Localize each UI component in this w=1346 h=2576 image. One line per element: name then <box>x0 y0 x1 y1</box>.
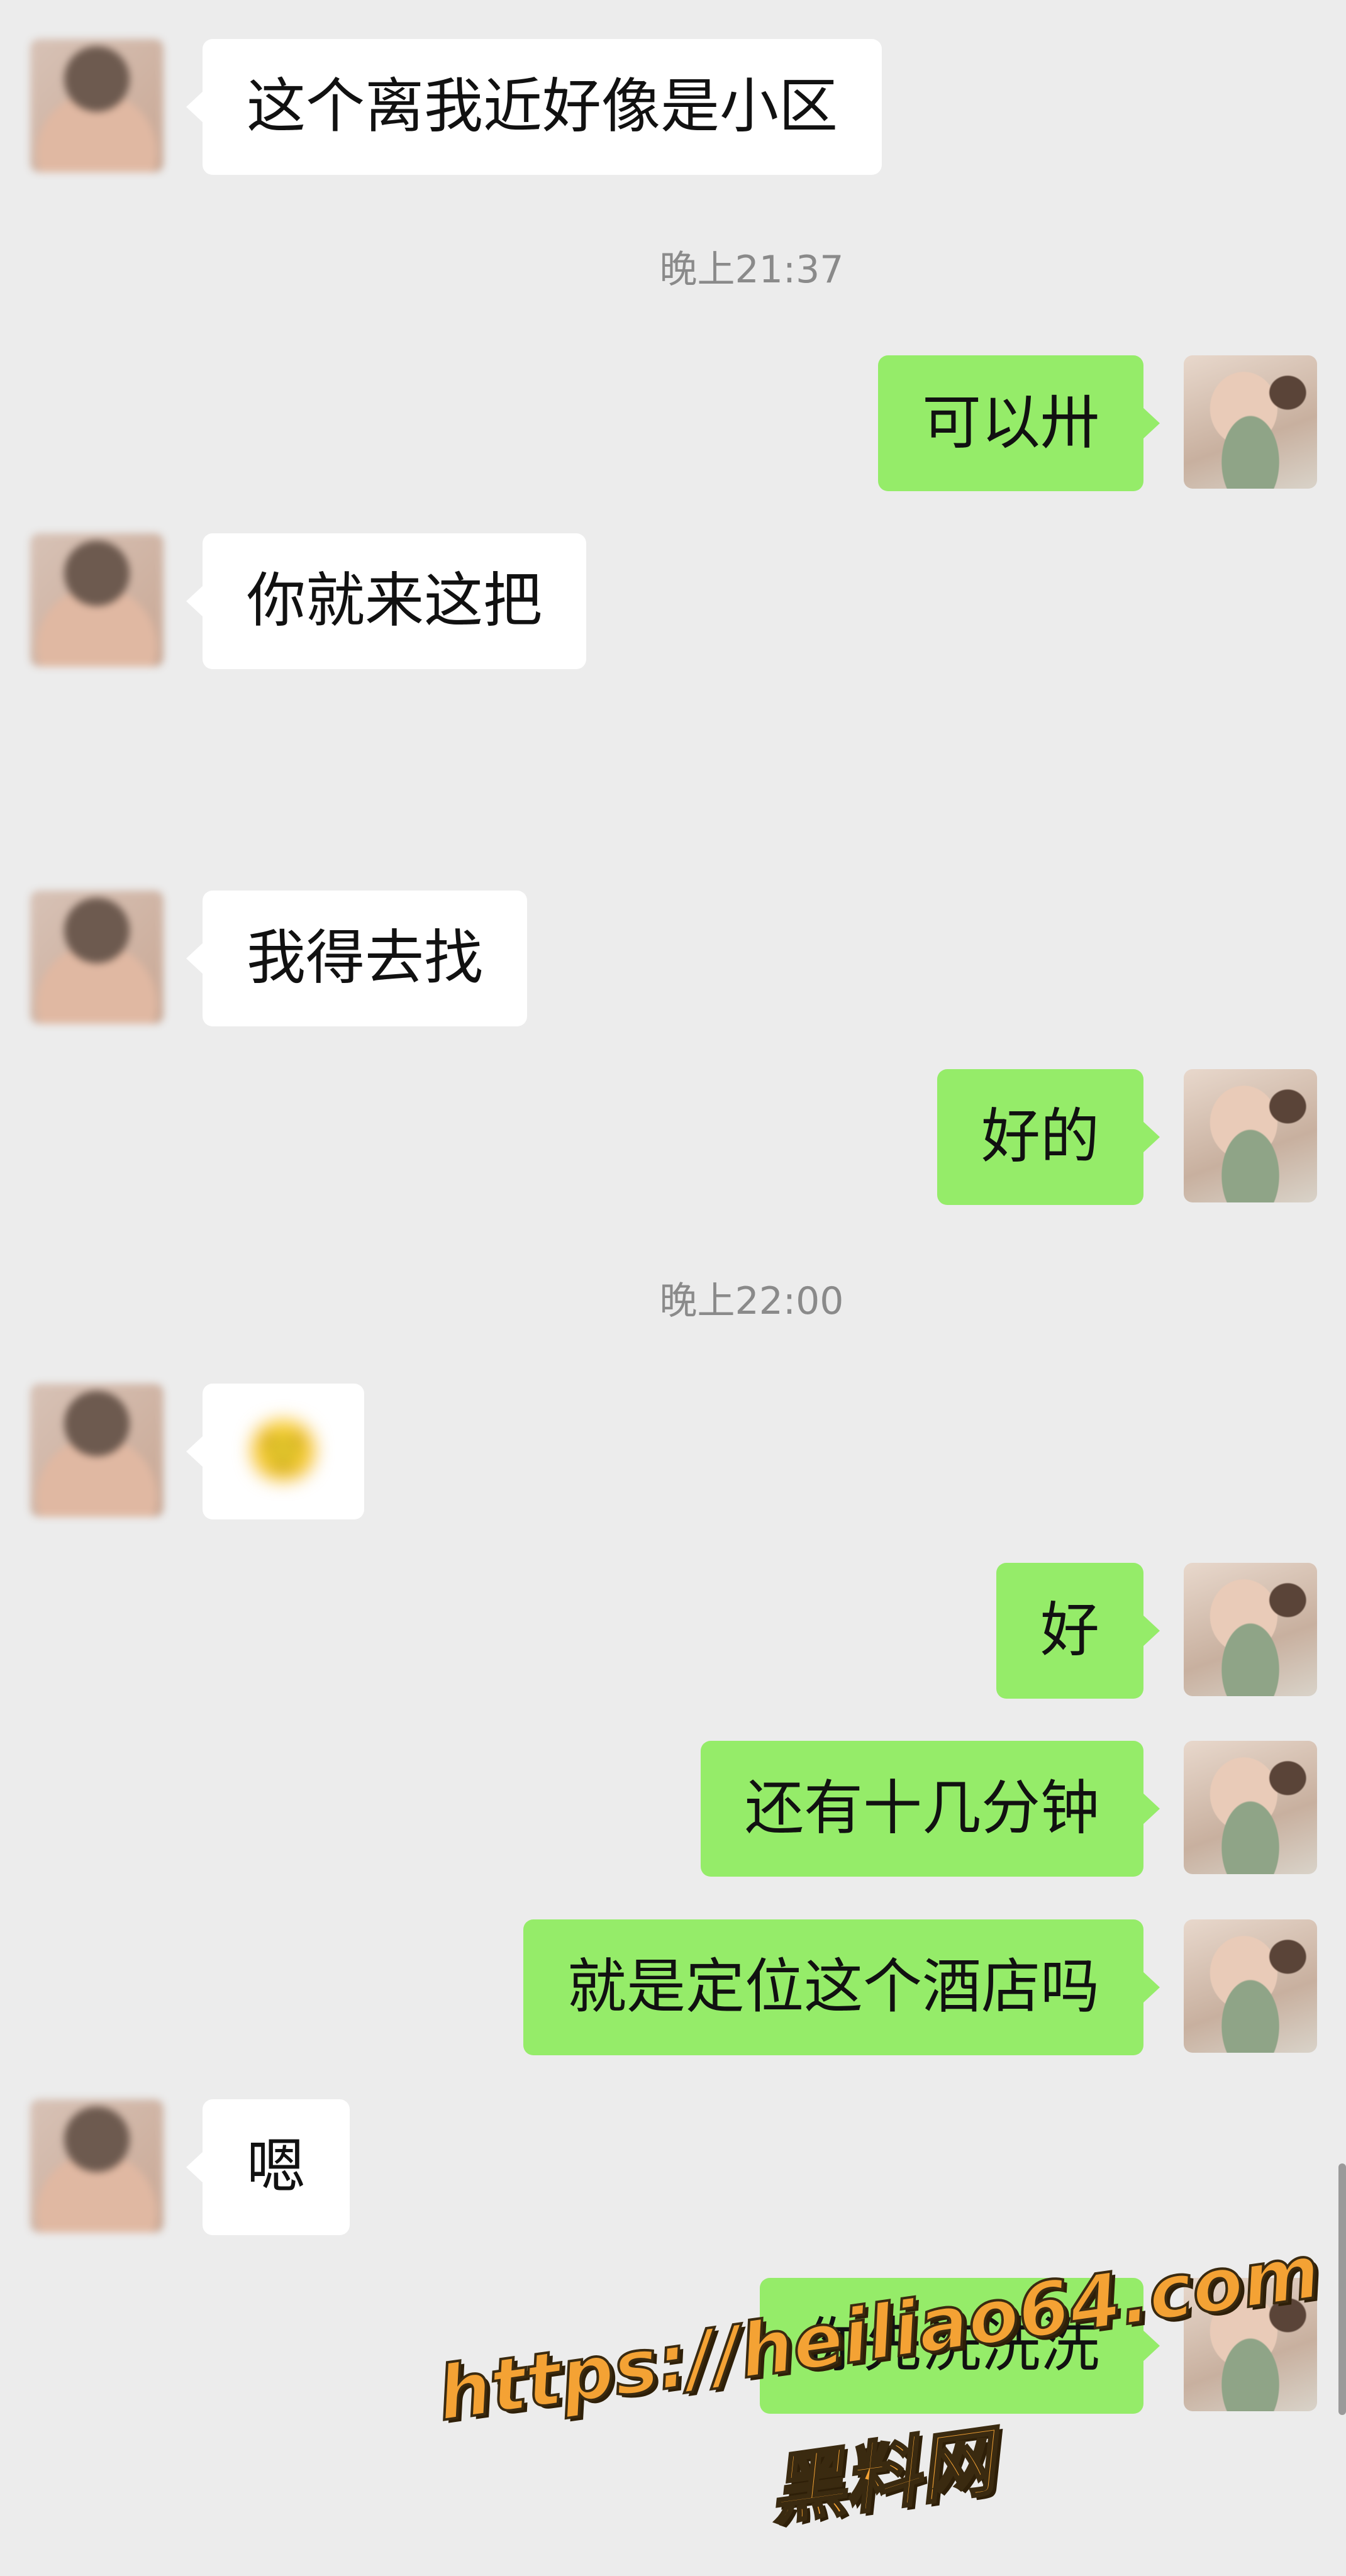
user-avatar[interactable] <box>1184 355 1317 489</box>
timestamp: 晚上22:00 <box>659 1279 844 1323</box>
user-avatar[interactable] <box>1184 1069 1317 1202</box>
contact-avatar[interactable] <box>30 891 164 1024</box>
contact-avatar[interactable] <box>30 533 164 667</box>
contact-avatar[interactable] <box>30 1384 164 1517</box>
message-bubble[interactable]: 我得去找 <box>186 891 528 1026</box>
message-bubble[interactable]: 还有十几分钟 <box>700 1741 1160 1877</box>
message-bubble-blurred[interactable]: 🙂 <box>186 1384 365 1519</box>
watermark-name: 黑料网 <box>762 2417 1001 2538</box>
contact-avatar[interactable] <box>30 39 164 172</box>
contact-avatar[interactable] <box>30 2099 164 2233</box>
user-avatar[interactable] <box>1184 1741 1317 1874</box>
user-avatar[interactable] <box>1184 1919 1317 2053</box>
blurred-content: 🙂 <box>247 1417 321 1485</box>
message-bubble[interactable]: 嗯 <box>186 2099 350 2235</box>
message-bubble[interactable]: 就是定位这个酒店吗 <box>523 1919 1160 2055</box>
message-bubble[interactable]: 你就来这把 <box>186 533 587 669</box>
chat-view: 这个离我近好像是小区 晚上21:37 可以卅 你就来这把 我得去找 好的 晚上2… <box>0 0 1346 2576</box>
timestamp: 晚上21:37 <box>659 248 844 292</box>
scrollbar[interactable] <box>1338 2163 1346 2415</box>
message-bubble[interactable]: 好 <box>996 1563 1160 1699</box>
user-avatar[interactable] <box>1184 1563 1317 1696</box>
message-bubble[interactable]: 可以卅 <box>877 355 1160 491</box>
message-bubble[interactable]: 好的 <box>937 1069 1160 1205</box>
message-bubble[interactable]: 这个离我近好像是小区 <box>186 39 882 175</box>
